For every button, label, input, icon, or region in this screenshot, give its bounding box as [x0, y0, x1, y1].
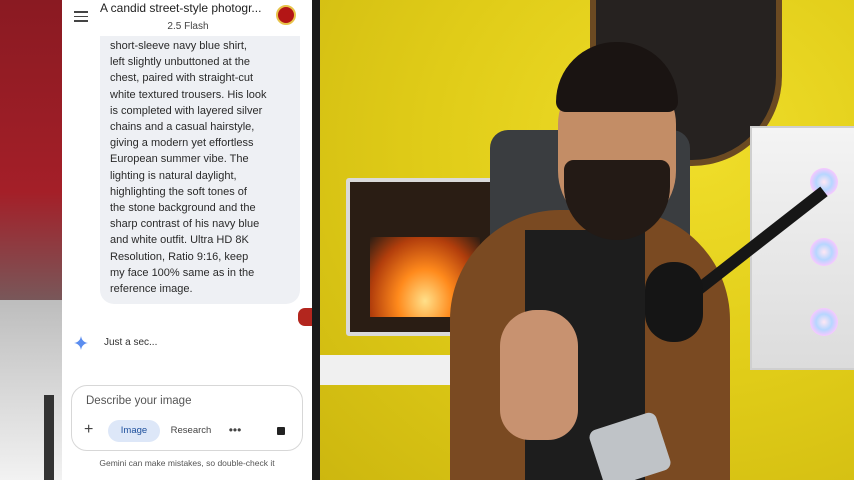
pc-case	[750, 126, 854, 370]
phone-edge	[312, 0, 320, 480]
gemini-spark-icon	[74, 336, 88, 350]
image-chip-label: Image	[120, 425, 148, 436]
rgb-fan	[810, 238, 838, 266]
presenter-hand	[500, 310, 578, 440]
presenter-video	[320, 0, 854, 480]
plus-icon[interactable]: +	[84, 422, 93, 438]
avatar[interactable]	[276, 5, 296, 25]
background-left-dark-bar	[44, 395, 54, 480]
disclaimer-text: Gemini can make mistakes, so double-chec…	[99, 458, 275, 468]
research-tool-chip[interactable]: Research	[168, 420, 214, 442]
user-prompt-text: short-sleeve navy blue shirt, left sligh…	[110, 40, 267, 296]
microphone	[645, 262, 703, 342]
model-selector[interactable]: 2.5 Flash	[100, 21, 276, 32]
composer: + Image Research •••	[71, 385, 303, 451]
chat-header: A candid street-style photogr... 2.5 Fla…	[62, 0, 312, 36]
video-frame: A candid street-style photogr... 2.5 Fla…	[0, 0, 854, 480]
more-icon[interactable]: •••	[224, 420, 246, 442]
image-tool-chip[interactable]: Image	[108, 420, 160, 442]
stop-icon[interactable]	[272, 422, 290, 440]
gemini-phone-screen: A candid street-style photogr... 2.5 Fla…	[62, 0, 312, 480]
loading-text: Just a sec...	[104, 337, 158, 348]
rgb-fan	[810, 308, 838, 336]
prompt-input[interactable]	[86, 395, 276, 407]
chat-title: A candid street-style photogr...	[100, 1, 262, 15]
menu-icon[interactable]	[74, 11, 88, 22]
screen-record-indicator[interactable]	[298, 308, 312, 326]
